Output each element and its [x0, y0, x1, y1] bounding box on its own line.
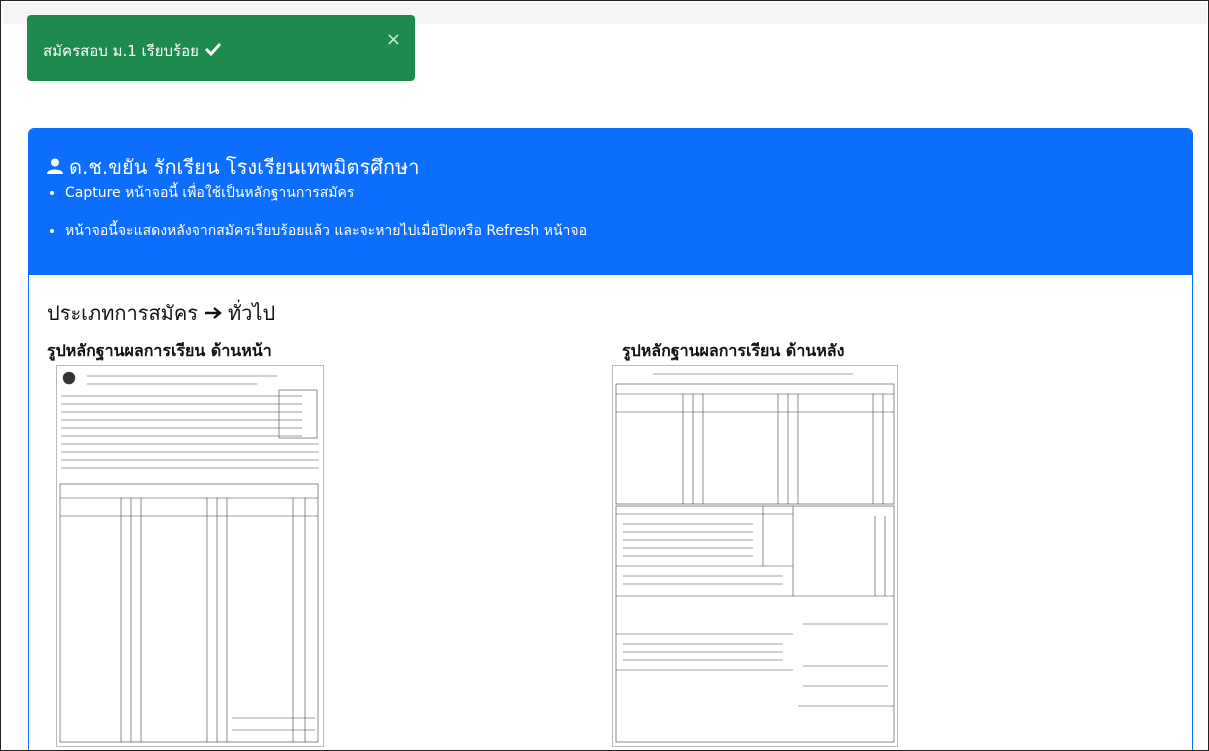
student-name: ด.ช.ขยัน รักเรียน โรงเรียนเทพมิตรศึกษา [69, 155, 420, 179]
arrow-right-icon [204, 301, 222, 325]
result-card: ด.ช.ขยัน รักเรียน โรงเรียนเทพมิตรศึกษา C… [28, 128, 1193, 750]
apply-type-value: ทั่วไป [227, 301, 276, 325]
back-caption: รูปหลักฐานผลการเรียน ด้านหลัง [622, 341, 845, 360]
note-item: หน้าจอนี้จะแสดงหลังจากสมัครเรียบร้อยแล้ว… [65, 222, 587, 240]
close-icon[interactable]: × [386, 31, 401, 49]
apply-type-label: ประเภทการสมัคร [47, 301, 198, 325]
apply-type-heading: ประเภทการสมัคร ทั่วไป [47, 297, 275, 329]
page-frame: สมัครสอบ ม.1 เรียบร้อย × ด.ช.ขยัน รักเรี… [0, 0, 1209, 751]
note-list: Capture หน้าจอนี้ เพื่อใช้เป็นหลักฐานการ… [43, 184, 587, 260]
card-header: ด.ช.ขยัน รักเรียน โรงเรียนเทพมิตรศึกษา C… [29, 129, 1192, 275]
back-document-image [612, 365, 898, 747]
front-caption: รูปหลักฐานผลการเรียน ด้านหน้า [47, 341, 272, 360]
alert-message-row: สมัครสอบ ม.1 เรียบร้อย [43, 39, 222, 63]
note-item: Capture หน้าจอนี้ เพื่อใช้เป็นหลักฐานการ… [65, 184, 587, 202]
card-title-row: ด.ช.ขยัน รักเรียน โรงเรียนเทพมิตรศึกษา [47, 151, 419, 183]
alert-message: สมัครสอบ ม.1 เรียบร้อย [43, 42, 199, 60]
check-icon [204, 42, 222, 60]
front-document-image [56, 365, 324, 747]
success-alert: สมัครสอบ ม.1 เรียบร้อย × [27, 15, 415, 81]
user-icon [47, 155, 63, 179]
